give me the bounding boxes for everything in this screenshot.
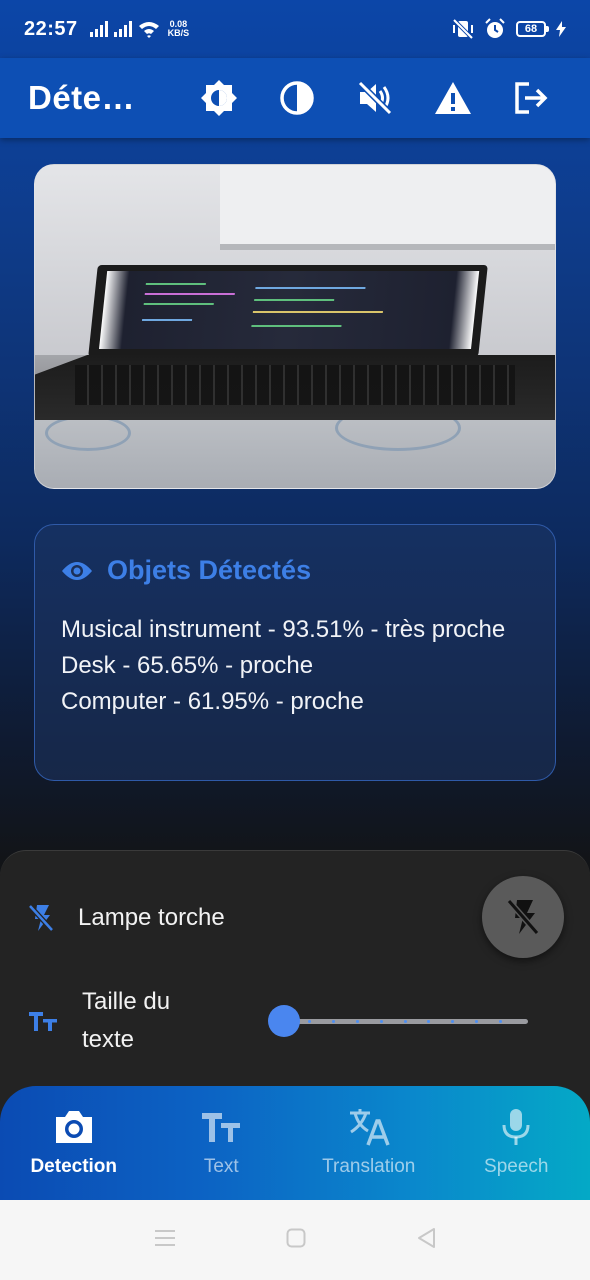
text-size-icon bbox=[29, 1012, 57, 1031]
laptop-display bbox=[99, 271, 480, 349]
torch-row: Lampe torche bbox=[28, 899, 225, 937]
camera-preview bbox=[34, 164, 556, 489]
text-size-label: Taille du texte bbox=[82, 988, 171, 1053]
bottom-navigation: Detection Text Translation Speech bbox=[0, 1086, 590, 1200]
detected-item: Computer - 61.95% - proche bbox=[61, 688, 364, 715]
alarm-icon bbox=[485, 18, 505, 38]
menu-button[interactable] bbox=[154, 1229, 176, 1252]
charging-icon bbox=[556, 21, 566, 37]
detected-list: Musical instrument - 93.51% - très proch… bbox=[61, 612, 529, 720]
nav-speech[interactable]: Speech bbox=[446, 1106, 586, 1178]
laptop-screen bbox=[88, 265, 488, 357]
laptop-keyboard bbox=[75, 365, 515, 405]
slider-ticks bbox=[308, 1019, 502, 1024]
app-screen: 22:57 0.08 KB/S 68 Déte… Objets Détectés… bbox=[0, 0, 590, 1200]
slider-thumb[interactable] bbox=[268, 1005, 300, 1037]
camera-window bbox=[220, 165, 555, 250]
flash-off-icon bbox=[506, 899, 540, 935]
detected-title: Objets Détectés bbox=[107, 555, 312, 585]
app-actions bbox=[200, 79, 550, 117]
brightness-button[interactable] bbox=[200, 79, 238, 117]
vibrate-off-icon bbox=[452, 18, 474, 40]
net-speed-unit: KB/S bbox=[167, 28, 190, 38]
detected-objects-panel: Objets Détectés Musical instrument - 93.… bbox=[34, 524, 556, 781]
sound-off-icon bbox=[357, 80, 393, 116]
nav-translation[interactable]: Translation bbox=[299, 1106, 439, 1178]
torch-label: Lampe torche bbox=[78, 904, 225, 931]
warning-icon bbox=[435, 82, 471, 114]
mute-button[interactable] bbox=[356, 79, 394, 117]
logout-button[interactable] bbox=[512, 79, 550, 117]
nav-label: Text bbox=[203, 1156, 239, 1177]
text-size-slider[interactable] bbox=[268, 1004, 528, 1038]
signal-icon bbox=[89, 21, 108, 37]
detected-header: Objets Détectés bbox=[61, 555, 529, 586]
flash-off-icon bbox=[28, 904, 54, 932]
back-button[interactable] bbox=[416, 1227, 436, 1254]
status-bar: 22:57 0.08 KB/S 68 bbox=[0, 0, 590, 58]
detected-item: Desk - 65.65% - proche bbox=[61, 652, 314, 679]
wifi-icon bbox=[138, 22, 159, 38]
back-icon bbox=[418, 1227, 435, 1248]
status-time: 22:57 bbox=[24, 17, 78, 40]
warning-button[interactable] bbox=[434, 79, 472, 117]
nav-text[interactable]: Text bbox=[151, 1106, 291, 1178]
brightness-icon bbox=[201, 80, 237, 116]
app-bar: Déte… bbox=[0, 58, 590, 138]
system-navigation-bar bbox=[0, 1200, 590, 1280]
detected-item: Musical instrument - 93.51% - très proch… bbox=[61, 616, 506, 643]
home-button[interactable] bbox=[286, 1228, 306, 1253]
nav-detection[interactable]: Detection bbox=[4, 1106, 144, 1178]
nav-label: Translation bbox=[322, 1156, 416, 1177]
contrast-button[interactable] bbox=[278, 79, 316, 117]
text-fields-icon bbox=[201, 1106, 241, 1148]
text-size-row: Taille du texte bbox=[28, 983, 202, 1059]
translate-icon bbox=[348, 1106, 390, 1148]
menu-icon bbox=[155, 1229, 175, 1246]
logout-icon bbox=[515, 82, 548, 114]
app-title: Déte… bbox=[28, 79, 136, 116]
battery-icon: 68 bbox=[516, 21, 549, 37]
net-speed: 0.08 KB/S bbox=[168, 20, 190, 38]
eye-icon bbox=[62, 561, 92, 580]
status-left-icons: 0.08 KB/S bbox=[89, 20, 190, 38]
nav-label: Detection bbox=[30, 1156, 118, 1177]
status-right-icons: 68 bbox=[452, 18, 566, 40]
camera-icon bbox=[53, 1106, 95, 1148]
microphone-icon bbox=[501, 1106, 531, 1148]
torch-toggle-button[interactable] bbox=[482, 876, 564, 958]
signal-icon-2 bbox=[113, 21, 132, 37]
contrast-icon bbox=[280, 81, 314, 115]
home-icon bbox=[286, 1228, 306, 1247]
nav-label: Speech bbox=[484, 1156, 549, 1177]
